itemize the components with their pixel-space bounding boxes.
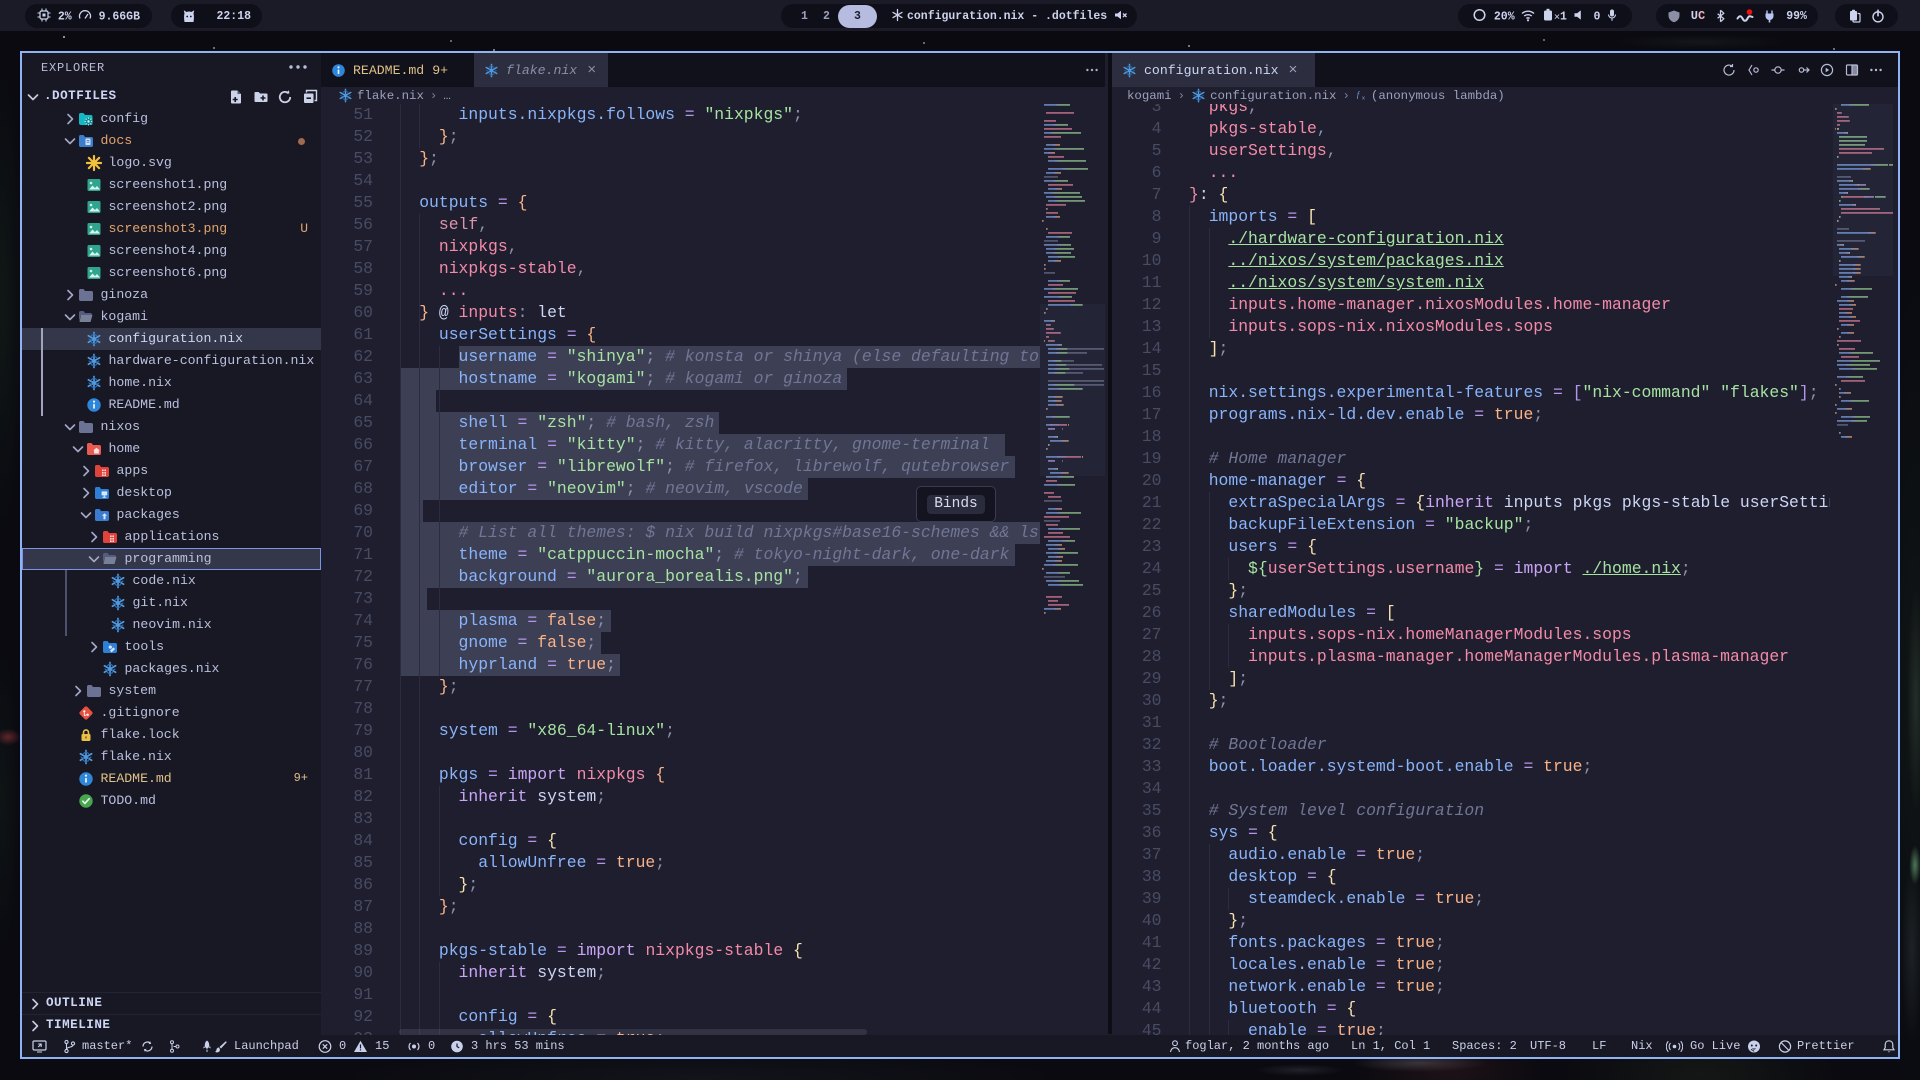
svg-text:x: x <box>1362 94 1366 101</box>
svg-text:f: f <box>1357 90 1361 99</box>
